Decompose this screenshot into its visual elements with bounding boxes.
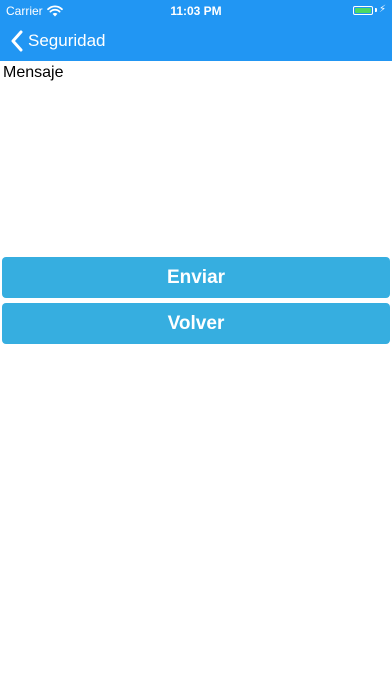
app-header: Carrier 11:03 PM ⚡ Seguridad — [0, 0, 392, 61]
battery-icon: ⚡ — [352, 4, 386, 15]
status-bar: Carrier 11:03 PM ⚡ — [0, 0, 392, 20]
battery-body — [352, 5, 373, 15]
back-nav-button[interactable]: Seguridad — [10, 20, 106, 61]
message-label: Mensaje — [3, 64, 64, 81]
battery-fill — [354, 7, 371, 13]
status-time: 11:03 PM — [170, 4, 222, 18]
navigation-bar: Seguridad — [0, 20, 392, 61]
battery-tip — [374, 8, 377, 12]
send-button[interactable]: Enviar — [2, 257, 390, 298]
charging-bolt-icon: ⚡ — [378, 4, 386, 15]
back-nav-label: Seguridad — [28, 30, 106, 50]
back-button[interactable]: Volver — [2, 303, 390, 344]
chevron-left-icon — [11, 30, 23, 51]
